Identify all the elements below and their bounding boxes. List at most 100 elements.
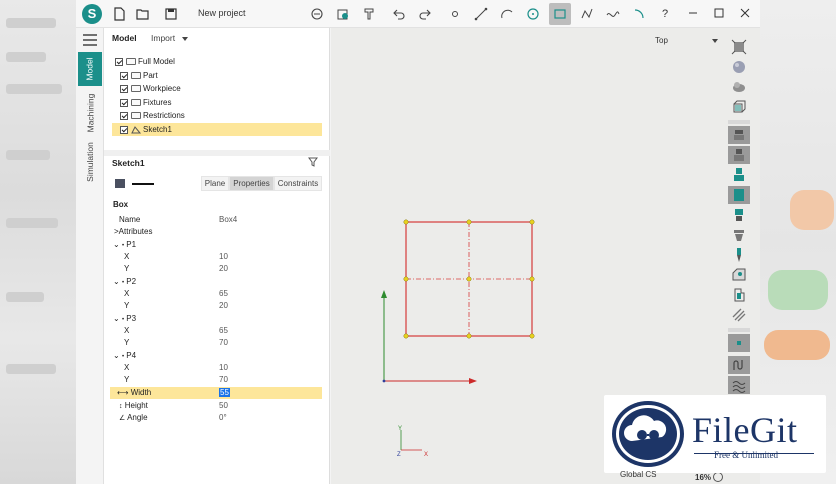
point-p2-header[interactable]: ⌄ • P2 (113, 277, 136, 286)
fillet-icon[interactable] (630, 5, 648, 23)
save-icon[interactable] (162, 5, 180, 23)
p1-y-value[interactable]: 20 (219, 264, 228, 273)
checkbox-icon[interactable] (115, 57, 123, 66)
box-view-icon[interactable] (728, 98, 750, 116)
arc-icon[interactable] (498, 5, 516, 23)
width-value[interactable]: 55 (219, 388, 230, 397)
checkbox-icon[interactable] (120, 111, 128, 120)
section-box: Box (113, 200, 129, 209)
hamburger-menu-icon[interactable] (83, 34, 97, 46)
tree-item-part[interactable]: Part (120, 69, 158, 82)
polyline-icon[interactable] (578, 5, 596, 23)
p2-y-value[interactable]: 20 (219, 301, 228, 310)
undo-icon[interactable] (390, 5, 408, 23)
tab-machining[interactable]: Machining (78, 90, 102, 136)
name-value[interactable]: Box4 (219, 215, 237, 224)
maximize-icon[interactable] (712, 6, 726, 20)
sketch-vertex[interactable] (466, 219, 472, 225)
checkbox-icon[interactable] (120, 71, 128, 80)
tab-properties[interactable]: Properties (229, 176, 274, 191)
x-axis-arrow-icon (469, 378, 477, 384)
tree-item-full-model[interactable]: Full Model (115, 55, 175, 68)
tab-simulation[interactable]: Simulation (78, 140, 102, 184)
sketch-vertex[interactable] (466, 333, 472, 339)
p1-x-value[interactable]: 10 (219, 252, 228, 261)
tool-holder-icon[interactable] (728, 126, 750, 144)
angle-icon: ∠ (119, 415, 126, 422)
sketch-vertex[interactable] (529, 276, 535, 282)
p3-x-value[interactable]: 65 (219, 326, 228, 335)
desktop-background-left (0, 0, 76, 484)
help-icon[interactable]: ? (656, 5, 674, 23)
coordinate-system-label[interactable]: Global CS (620, 470, 656, 479)
shaded-view-icon[interactable] (728, 58, 750, 76)
open-folder-icon[interactable] (134, 5, 152, 23)
tool-holder-2-icon[interactable] (728, 146, 750, 164)
p4-x-label: X (124, 363, 130, 372)
holder-icon[interactable] (728, 226, 750, 244)
close-icon[interactable] (738, 6, 752, 20)
line-style-swatch[interactable] (132, 183, 154, 185)
p2-x-value[interactable]: 65 (219, 289, 228, 298)
workpiece-icon[interactable] (728, 266, 750, 284)
fixture-icon[interactable] (728, 286, 750, 304)
chevron-down-icon: ⌄ (113, 277, 120, 286)
point-p1-header[interactable]: ⌄ • P1 (113, 240, 136, 249)
turret-icon[interactable] (728, 166, 750, 184)
point-bullet-icon: • (121, 354, 125, 360)
tool-icon[interactable] (360, 5, 378, 23)
sketch-vertex[interactable] (529, 219, 535, 225)
point-p3-header[interactable]: ⌄ • P3 (113, 314, 136, 323)
attributes-toggle[interactable]: >Attributes (114, 227, 152, 236)
sketch-vertex[interactable] (466, 276, 472, 282)
tree-item-sketch1[interactable]: Sketch1 (112, 123, 322, 136)
zoom-dial-icon[interactable] (713, 472, 723, 482)
measure-icon[interactable] (308, 5, 326, 23)
angle-value[interactable]: 0° (219, 413, 227, 422)
p4-y-value[interactable]: 70 (219, 375, 228, 384)
tree-item-restrictions[interactable]: Restrictions (120, 109, 185, 122)
watermark-name: FileGit (692, 410, 798, 450)
checkbox-icon[interactable] (120, 98, 128, 107)
point-bullet-icon: • (121, 243, 125, 249)
tab-constraints[interactable]: Constraints (274, 176, 322, 191)
sketch-vertex[interactable] (403, 219, 409, 225)
filter-icon[interactable] (308, 157, 318, 167)
toggle-point-icon[interactable] (728, 334, 750, 352)
tree-item-workpiece[interactable]: Workpiece (120, 82, 181, 95)
tab-plane[interactable]: Plane (201, 176, 229, 191)
point-p4-header[interactable]: ⌄ • P4 (113, 351, 136, 360)
new-file-icon[interactable] (110, 5, 128, 23)
line-icon[interactable] (472, 5, 490, 23)
spline-icon[interactable] (604, 5, 622, 23)
p3-y-value[interactable]: 70 (219, 338, 228, 347)
minimize-icon[interactable] (686, 6, 700, 20)
checkbox-icon[interactable] (120, 84, 128, 93)
point-icon[interactable] (446, 5, 464, 23)
checkbox-icon[interactable] (120, 125, 128, 134)
chuck-icon[interactable] (728, 206, 750, 224)
tree-item-fixtures[interactable]: Fixtures (120, 96, 171, 109)
sketch-vertex[interactable] (403, 333, 409, 339)
redo-icon[interactable] (416, 5, 434, 23)
line-color-swatch[interactable] (115, 179, 125, 188)
origin-point (382, 379, 386, 383)
spindle-icon[interactable] (728, 186, 750, 204)
height-value[interactable]: 50 (219, 401, 228, 410)
import-dropdown[interactable]: Import (151, 33, 189, 43)
p4-x-value[interactable]: 10 (219, 363, 228, 372)
chevron-down-icon: ⌄ (113, 314, 120, 323)
app-logo-icon[interactable]: S (82, 4, 102, 24)
drill-icon[interactable] (728, 246, 750, 264)
surface-icon[interactable] (728, 376, 750, 394)
rectangle-icon[interactable] (549, 3, 571, 25)
fit-view-icon[interactable] (728, 38, 750, 56)
circle-icon[interactable] (524, 5, 542, 23)
tab-model[interactable]: Model (78, 52, 102, 86)
view-cube-icon[interactable] (334, 5, 352, 23)
hatch-icon[interactable] (728, 306, 750, 324)
wireframe-view-icon[interactable] (728, 78, 750, 96)
sketch-vertex[interactable] (529, 333, 535, 339)
curve-path-icon[interactable] (728, 356, 750, 374)
sketch-vertex[interactable] (403, 276, 409, 282)
